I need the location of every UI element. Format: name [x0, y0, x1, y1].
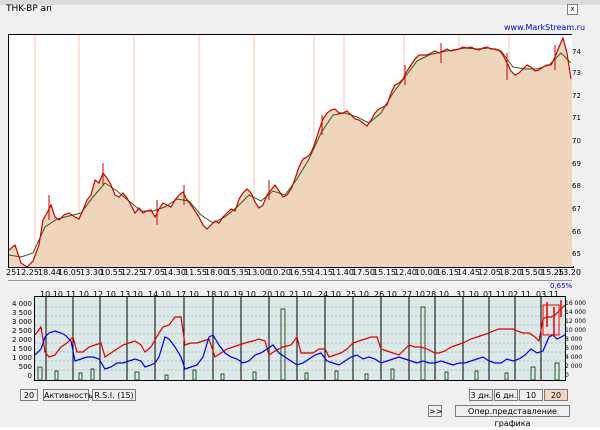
x-tick: 13.00	[247, 268, 270, 277]
y-tick: 67	[572, 205, 581, 213]
left-tick: 3 000	[11, 318, 32, 326]
range-6d-button[interactable]: 6 дн.	[494, 389, 518, 401]
activity-button[interactable]: Активность	[43, 389, 93, 401]
oper-view-button[interactable]: Опер.представление графика	[455, 405, 570, 428]
close-button[interactable]: x	[567, 4, 578, 15]
x-tick: 16.05	[58, 268, 81, 277]
range-20d-button[interactable]: 20 дн.	[544, 389, 568, 412]
x-tick: 15.50	[520, 268, 543, 277]
x-tick: 12.40	[394, 268, 417, 277]
site-watermark: www.MarkStream.ru	[504, 23, 586, 32]
x-tick: 18.00	[205, 268, 228, 277]
x-tick: 16.55	[289, 268, 312, 277]
y-tick: 68	[572, 182, 581, 190]
left-tick: 3 500	[11, 309, 32, 317]
x-tick: 10.00	[415, 268, 438, 277]
price-chart	[8, 35, 573, 268]
left-tick: 1 000	[11, 354, 32, 362]
left-tick: 500	[18, 363, 32, 371]
right-tick: 16 000	[565, 300, 586, 307]
left-tick: 1 500	[11, 345, 32, 353]
rsi-label: R.S.I.	[94, 391, 115, 400]
y-tick: 70	[572, 137, 581, 145]
period-field[interactable]: 20	[20, 389, 38, 401]
x-tick: 12.25	[16, 268, 39, 277]
day-separators	[45, 297, 542, 380]
right-tick: 2 000	[565, 363, 583, 370]
x-tick: 10.55	[100, 268, 123, 277]
x-tick: 15.35	[226, 268, 249, 277]
right-tick: 10 000	[565, 327, 586, 334]
x-tick: 10.20	[268, 268, 291, 277]
window-title: THK-BP an	[6, 4, 52, 14]
left-tick: 4 000	[11, 300, 32, 308]
right-tick: 8 000	[565, 336, 583, 343]
right-tick: 14 000	[565, 309, 586, 316]
right-tick: 12 000	[565, 318, 586, 325]
x-tick: 12.25	[121, 268, 144, 277]
x-tick: 12.05	[478, 268, 501, 277]
right-tick: 0	[565, 372, 569, 379]
price-y-axis: 74 73 72 71 70 69 68 67 66 65	[572, 34, 600, 266]
rsi-value: (15)	[117, 391, 134, 400]
highlight-marker	[542, 304, 560, 336]
y-tick: 72	[572, 92, 581, 100]
indicator-panel[interactable]	[34, 296, 566, 381]
y-tick: 69	[572, 160, 581, 168]
y-tick: 71	[572, 114, 581, 122]
red-series-line	[34, 304, 566, 358]
left-tick: 2 500	[11, 327, 32, 335]
x-tick: 11.55	[184, 268, 207, 277]
x-tick: 15.15	[373, 268, 396, 277]
panel-divider	[8, 280, 572, 281]
x-tick: 25	[6, 268, 17, 277]
x-tick: 18.20	[499, 268, 522, 277]
x-tick: 14.45	[457, 268, 480, 277]
x-tick: 11.40	[331, 268, 354, 277]
y-tick: 66	[572, 228, 581, 236]
indicator-chart	[34, 297, 566, 381]
x-tick: 16.15	[436, 268, 459, 277]
left-tick: 0	[27, 372, 32, 380]
x-tick: 17.05	[142, 268, 165, 277]
window-top-strip	[0, 0, 600, 5]
y-tick: 65	[572, 250, 581, 258]
x-tick: 13.20	[558, 268, 581, 277]
y-tick: 73	[572, 69, 581, 77]
right-tick: 6 000	[565, 345, 583, 352]
x-tick: 14.15	[310, 268, 333, 277]
range-3d-button[interactable]: 3 дн.	[469, 389, 493, 401]
y-tick: 74	[572, 48, 581, 56]
x-tick: 17.50	[352, 268, 375, 277]
price-area	[9, 38, 573, 267]
next-button[interactable]: >>	[428, 405, 442, 417]
rsi-button[interactable]: R.S.I. (15)	[92, 389, 136, 401]
price-chart-panel[interactable]	[8, 34, 574, 268]
range-10d-button[interactable]: 10 дн.	[519, 389, 543, 412]
right-tick: 4 000	[565, 354, 583, 361]
app-window: THK-BP an x www.MarkStream.ru 74 73 72 7…	[0, 0, 600, 428]
x-tick: 14.30	[163, 268, 186, 277]
percent-label: 0,65%	[550, 282, 573, 290]
indicator-grid	[35, 306, 565, 371]
left-tick: 2 000	[11, 336, 32, 344]
